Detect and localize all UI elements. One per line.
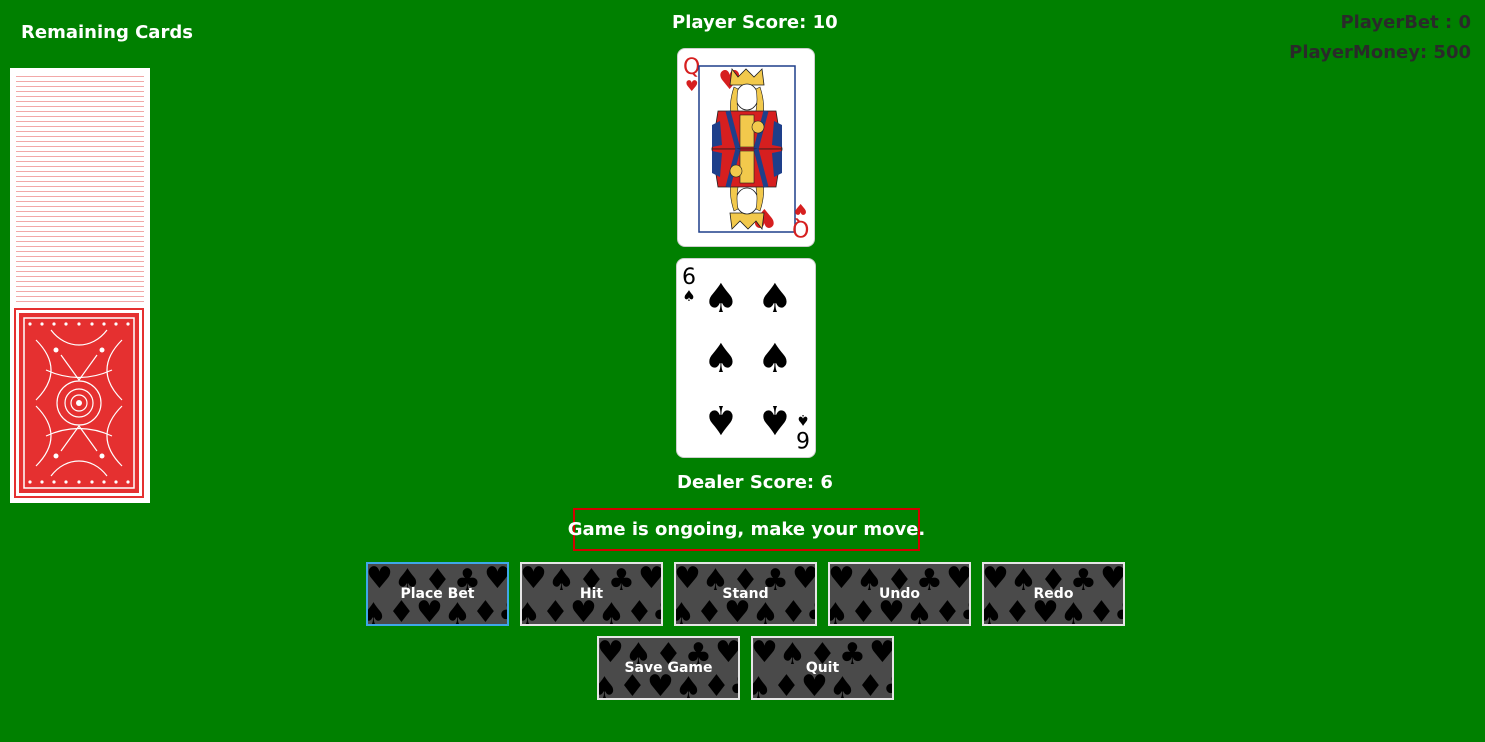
card-corner-bottom: 6 ♠ bbox=[796, 411, 810, 451]
stand-button[interactable]: Stand bbox=[674, 562, 817, 626]
spade-icon: ♠ bbox=[703, 336, 739, 382]
player-card-queen-of-hearts: Q ♥ ♥ ♥ Q ♥ bbox=[677, 48, 815, 247]
card-rank: 6 bbox=[682, 265, 696, 290]
spade-icon: ♠ bbox=[796, 411, 810, 429]
remaining-cards-deck bbox=[10, 68, 150, 503]
place-bet-label: Place Bet bbox=[400, 586, 475, 602]
game-status-message: Game is ongoing, make your move. bbox=[568, 508, 925, 551]
player-score: Player Score: 10 bbox=[672, 12, 838, 33]
spade-icon: ♠ bbox=[703, 276, 739, 322]
spade-icon: ♠ bbox=[757, 396, 793, 442]
undo-button[interactable]: Undo bbox=[828, 562, 971, 626]
blackjack-table: Remaining Cards Player Score: 10 Q ♥ ♥ ♥… bbox=[0, 0, 1485, 742]
stand-label: Stand bbox=[722, 586, 769, 602]
card-back-pattern-icon bbox=[14, 308, 144, 498]
hit-label: Hit bbox=[579, 586, 604, 602]
redo-button[interactable]: Redo bbox=[982, 562, 1125, 626]
hit-button[interactable]: Hit bbox=[520, 562, 663, 626]
spade-icon: ♠ bbox=[757, 336, 793, 382]
spade-icon: ♠ bbox=[703, 396, 739, 442]
player-money: PlayerMoney: 500 bbox=[1289, 42, 1471, 63]
save-game-button[interactable]: Save Game bbox=[597, 636, 740, 700]
spade-icon: ♠ bbox=[757, 276, 793, 322]
spade-icon: ♠ bbox=[682, 287, 696, 305]
dealer-card-six-of-spades: 6 ♠ ♠ ♠ ♠ ♠ ♠ ♠ 6 ♠ bbox=[676, 258, 816, 458]
redo-label: Redo bbox=[1033, 586, 1074, 602]
card-rank: 6 bbox=[796, 426, 810, 451]
card-rank: Q bbox=[791, 215, 809, 240]
heart-icon: ♥ bbox=[793, 200, 808, 218]
player-bet: PlayerBet : 0 bbox=[1340, 12, 1471, 33]
place-bet-button[interactable]: Place Bet bbox=[366, 562, 509, 626]
remaining-cards-label: Remaining Cards bbox=[21, 22, 193, 43]
card-corner-bottom: Q ♥ bbox=[791, 200, 809, 240]
card-corner-top: 6 ♠ bbox=[682, 267, 696, 304]
quit-label: Quit bbox=[805, 660, 840, 676]
queen-portrait-icon: ♥ ♥ bbox=[698, 65, 796, 233]
quit-button[interactable]: Quit bbox=[751, 636, 894, 700]
undo-label: Undo bbox=[879, 586, 920, 602]
save-game-label: Save Game bbox=[624, 660, 713, 676]
stacked-cards-edges bbox=[16, 72, 144, 304]
dealer-score: Dealer Score: 6 bbox=[677, 472, 833, 493]
